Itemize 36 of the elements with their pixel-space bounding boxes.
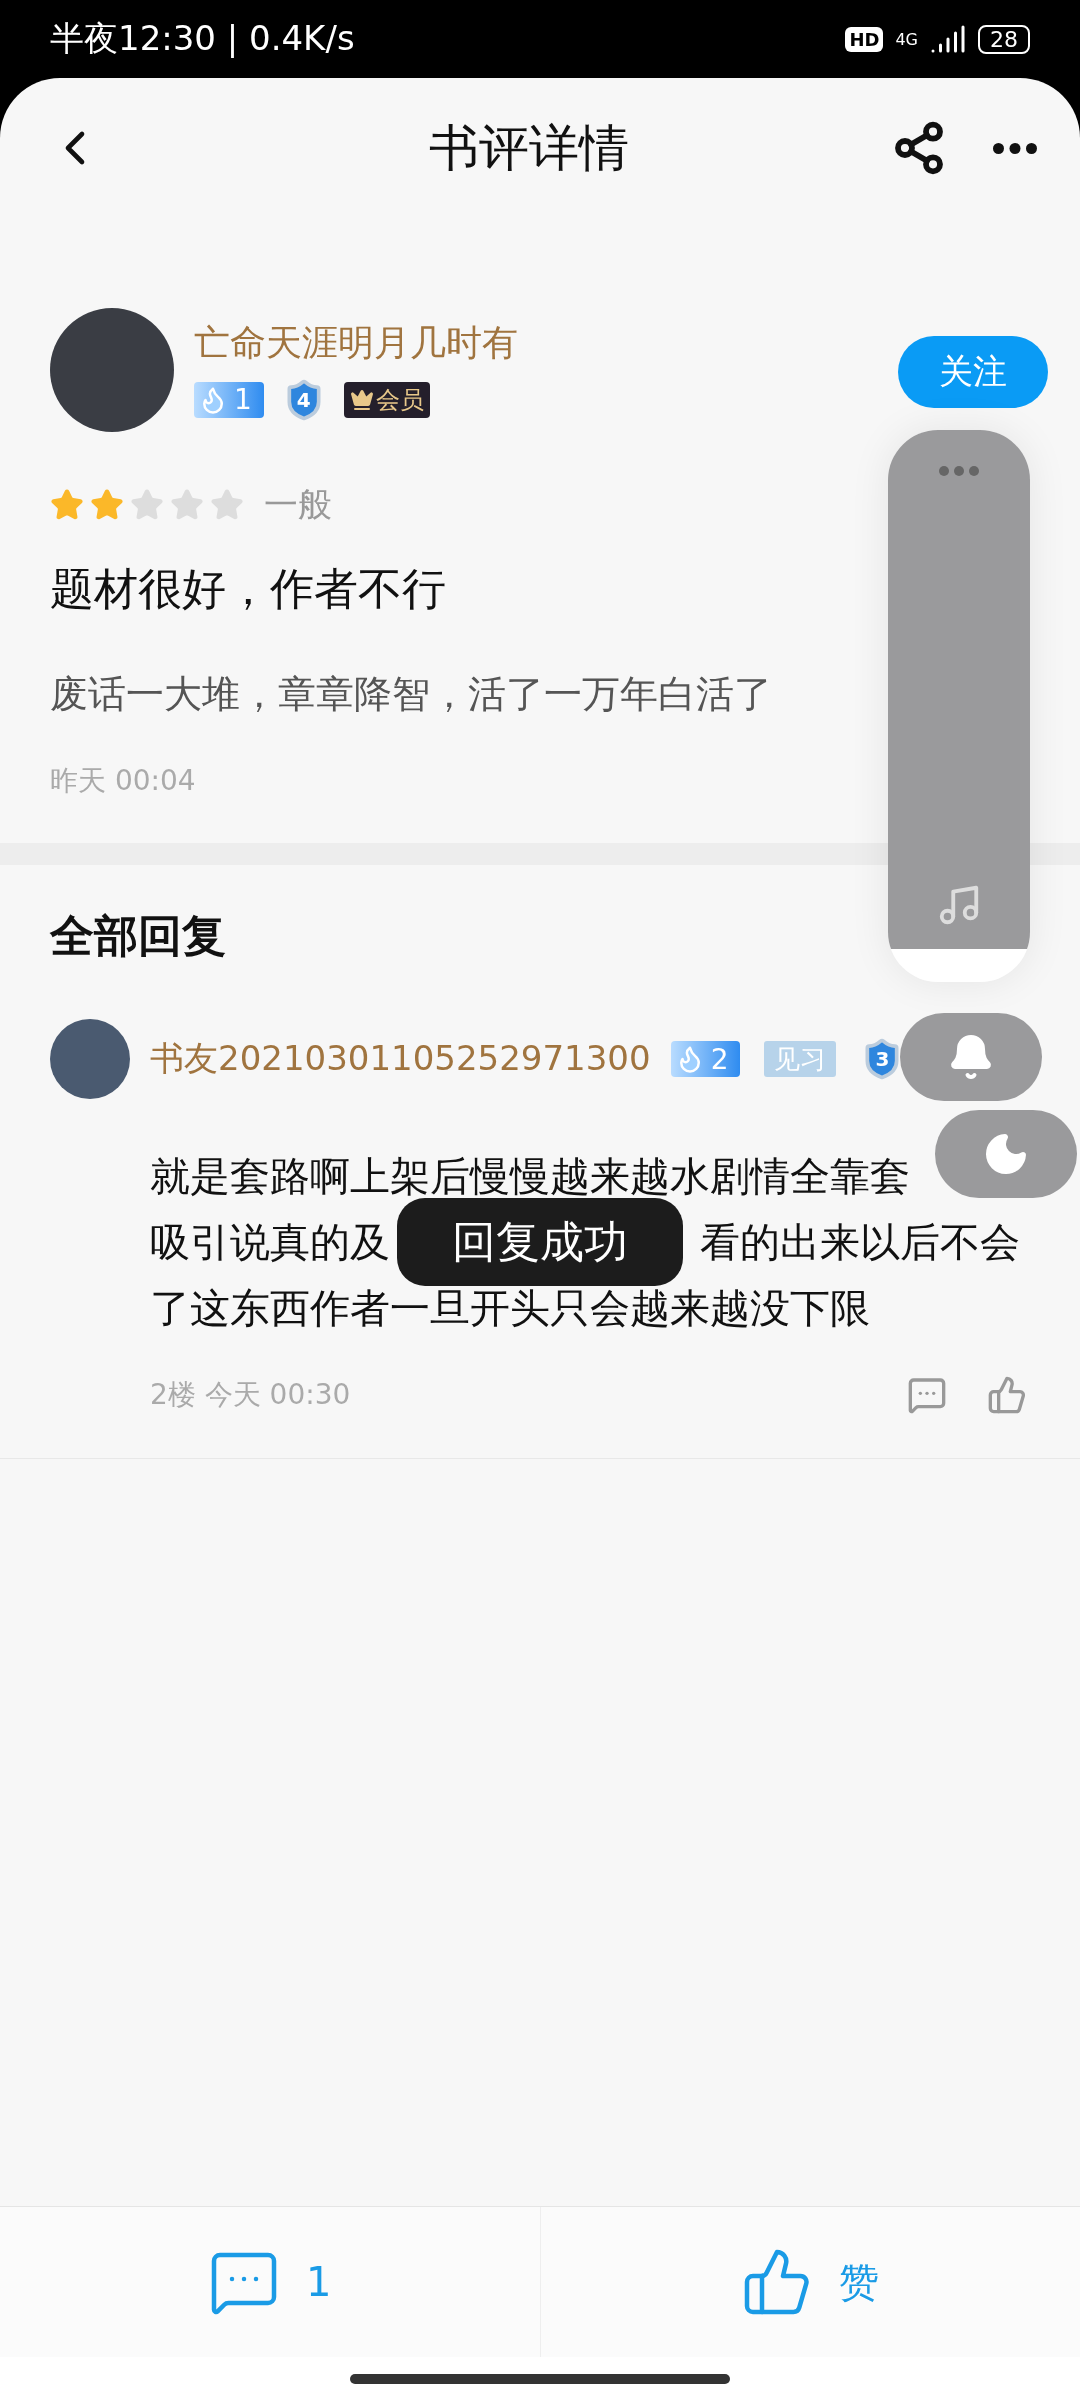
review-title: 题材很好，作者不行 [50,562,447,616]
star-icon [130,488,164,522]
battery-level: 28 [978,24,1030,54]
rank-tag: 见习 [764,1041,837,1077]
review-body: 废话一大堆，章章降智，活了一万年白活了 [50,671,773,718]
member-badge: 会员 [343,381,430,418]
reply-text: 看的出来以后不会 [700,1222,1020,1262]
reply-text: 了这东西作者一旦开头只会越来越没下限 [150,1288,870,1328]
home-indicator[interactable] [350,2373,730,2384]
level-badge: 1 [194,381,264,418]
level-badge: 2 [670,1041,741,1077]
thumbs-up-icon [987,1375,1027,1415]
more-icon [993,142,1037,154]
reply-meta: 2楼 今天 00:30 [150,1377,352,1413]
floating-panel[interactable] [888,430,1030,982]
star-icon [50,488,84,522]
reply-text: 就是套路啊上架后慢慢越来越水剧情全靠套 [150,1156,910,1196]
review-time: 昨天 00:04 [50,763,197,799]
star-icon [90,488,124,522]
follow-button[interactable]: 关注 [898,336,1048,408]
reply-text: 吸引说真的及 [150,1222,390,1262]
star-icon [170,488,204,522]
rating-label: 一般 [264,483,332,526]
author-name[interactable]: 亡命天涯明月几时有 [194,318,878,368]
reply-author[interactable]: 书友20210301105252971300 [150,1036,651,1082]
status-time: 半夜12:30 | 0.4K/s [50,17,355,60]
comment-icon [907,1375,947,1415]
network-type: 4G [895,29,918,49]
toast: 回复成功 [397,1198,683,1286]
page-title: 书评详情 [428,117,630,179]
more-icon [939,466,979,476]
like-button[interactable]: 赞 [540,2207,1080,2357]
star-icon [210,488,244,522]
crown-icon [349,387,374,412]
hd-indicator: HD [845,26,884,52]
section-title: 全部回复 [50,909,226,963]
